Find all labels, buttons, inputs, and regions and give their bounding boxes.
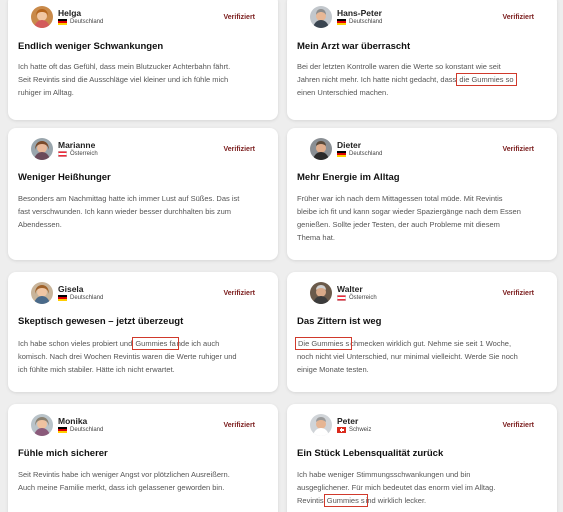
germany-flag-icon <box>58 295 67 301</box>
reviewer-name: Hans-Peter <box>337 8 382 18</box>
reviewer-name: Dieter <box>337 140 362 150</box>
review-text: Die Gummies schmecken wirklich gut. Nehm… <box>294 337 518 374</box>
reviewer-country: Schweiz <box>337 427 371 433</box>
avatar <box>310 138 332 160</box>
review-card: Dieter Deutschland Verifiziert Mehr Ener… <box>287 128 557 260</box>
avatar <box>310 282 332 304</box>
review-card: Hans-Peter Deutschland Verifiziert Mein … <box>287 0 557 120</box>
review-card: Gisela Deutschland Verifiziert Skeptisch… <box>8 272 278 392</box>
review-text: Besonders am Nachmittag hatte ich immer … <box>18 194 240 229</box>
review-title: Fühle mich sicherer <box>18 448 108 459</box>
germany-flag-icon <box>337 19 346 25</box>
verified-badge: Verifiziert <box>502 290 534 297</box>
review-text: Früher war ich nach dem Mittagessen tota… <box>297 194 521 242</box>
review-text: Seit Revintis habe ich weniger Angst vor… <box>18 470 230 492</box>
reviewer-name: Helga <box>58 8 82 18</box>
avatar <box>310 414 332 436</box>
germany-flag-icon <box>58 427 67 433</box>
avatar <box>31 282 53 304</box>
verified-badge: Verifiziert <box>223 146 255 153</box>
gummies-highlight: die Gummies so <box>456 73 517 86</box>
reviewer-name: Gisela <box>58 284 84 294</box>
reviewer-country: Deutschland <box>58 295 103 301</box>
review-card: Helga Deutschland Verifiziert Endlich we… <box>8 0 278 120</box>
verified-badge: Verifiziert <box>223 14 255 21</box>
reviewer-country: Deutschland <box>337 151 382 157</box>
review-text: Ich hatte oft das Gefühl, dass mein Blut… <box>18 62 231 97</box>
reviewer-country: Deutschland <box>337 19 382 25</box>
review-title: Mein Arzt war überrascht <box>297 41 411 52</box>
reviewer-country: Deutschland <box>58 19 103 25</box>
reviewer-name: Peter <box>337 416 359 426</box>
verified-badge: Verifiziert <box>502 14 534 21</box>
review-text: Bei der letzten Kontrolle waren die Wert… <box>297 62 517 97</box>
reviewer-name: Marianne <box>58 140 96 150</box>
germany-flag-icon <box>337 151 346 157</box>
review-title: Mehr Energie im Alltag <box>297 172 400 183</box>
austria-flag-icon <box>337 295 346 301</box>
reviewer-country: Österreich <box>58 151 98 157</box>
reviewer-name: Walter <box>337 284 363 294</box>
review-text: Ich habe weniger Stimmungsschwankungen u… <box>297 470 496 507</box>
review-text: Ich habe schon vieles probiert und Gummi… <box>18 337 237 374</box>
review-title: Das Zittern ist weg <box>297 316 382 327</box>
austria-flag-icon <box>58 151 67 157</box>
review-title: Weniger Heißhunger <box>18 172 111 183</box>
gummies-highlight: Gummies fa <box>132 337 179 350</box>
avatar <box>31 138 53 160</box>
testimonial-grid: Helga Deutschland Verifiziert Endlich we… <box>0 0 563 512</box>
verified-badge: Verifiziert <box>223 290 255 297</box>
avatar <box>31 6 53 28</box>
switzerland-flag-icon <box>337 427 346 433</box>
review-card: Walter Österreich Verifiziert Das Zitter… <box>287 272 557 392</box>
reviewer-country: Österreich <box>337 295 377 301</box>
verified-badge: Verifiziert <box>223 422 255 429</box>
review-card: Monika Deutschland Verifiziert Fühle mic… <box>8 404 278 512</box>
avatar <box>31 414 53 436</box>
reviewer-name: Monika <box>58 416 88 426</box>
reviewer-country: Deutschland <box>58 427 103 433</box>
review-card: Peter Schweiz Verifiziert Ein Stück Lebe… <box>287 404 557 512</box>
review-title: Ein Stück Lebensqualität zurück <box>297 448 444 459</box>
gummies-highlight: Die Gummies s <box>294 337 353 350</box>
germany-flag-icon <box>58 19 67 25</box>
review-title: Endlich weniger Schwankungen <box>18 41 164 52</box>
review-card: Marianne Österreich Verifiziert Weniger … <box>8 128 278 260</box>
gummies-highlight: Gummies s <box>323 494 368 507</box>
avatar <box>310 6 332 28</box>
verified-badge: Verifiziert <box>502 422 534 429</box>
review-title: Skeptisch gewesen – jetzt überzeugt <box>18 316 184 327</box>
verified-badge: Verifiziert <box>502 146 534 153</box>
